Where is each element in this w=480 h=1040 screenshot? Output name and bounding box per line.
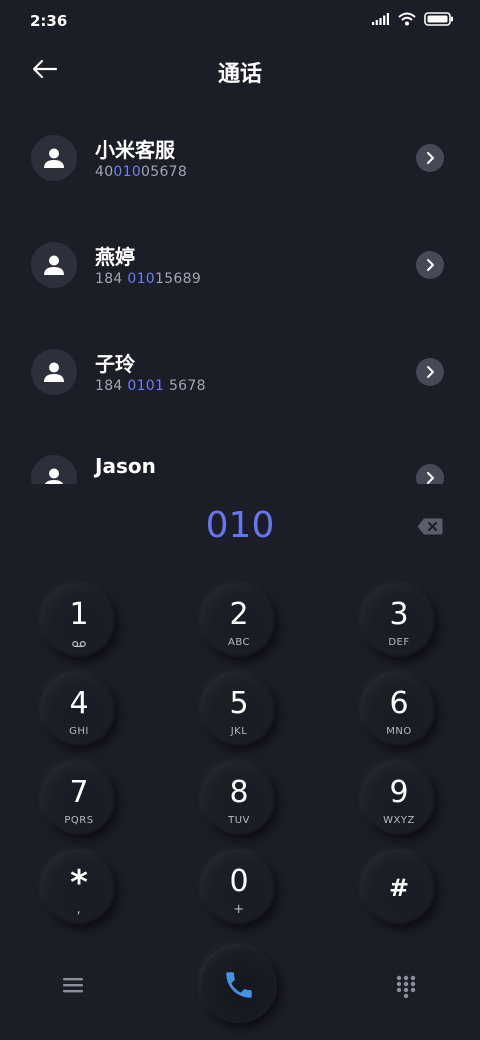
key-letters: GHI: [69, 726, 89, 737]
person-icon: [44, 148, 64, 168]
key-letters: JKL: [230, 726, 248, 737]
battery-icon: [424, 12, 453, 26]
contact-results-list[interactable]: 小米客服 4001005678 燕婷 184 01015689 子玲 184 0…: [0, 106, 480, 484]
keypad: 1 2 ABC 3 DEF 4 GHI 5 JKL 6 MNO 7 PQRS 8…: [0, 583, 480, 928]
key-digit: 1: [69, 597, 89, 632]
phone-icon: [226, 972, 252, 998]
contact-row[interactable]: 子玲 184 0101 5678: [0, 320, 480, 400]
key-letters: DEF: [388, 637, 410, 648]
person-icon: [44, 468, 64, 484]
contact-number: 4001005678: [95, 164, 188, 180]
key-letters: PQRS: [64, 815, 94, 826]
status-time: 2:36: [30, 12, 68, 30]
key-letters: ,: [76, 902, 82, 917]
key-6[interactable]: 6 MNO: [363, 674, 435, 746]
key-star[interactable]: * ,: [43, 852, 115, 924]
contact-detail-button[interactable]: [416, 358, 444, 386]
bottom-bar: [0, 945, 480, 1025]
contact-number: 184 0101 5678: [95, 378, 206, 394]
contact-name: 燕婷: [95, 245, 135, 269]
key-digit: 6: [389, 686, 409, 721]
key-hash[interactable]: #: [363, 852, 435, 924]
person-icon: [44, 255, 64, 275]
avatar: [31, 242, 77, 288]
key-digit: 4: [69, 686, 89, 721]
key-2[interactable]: 2 ABC: [203, 585, 275, 657]
key-8[interactable]: 8 TUV: [203, 763, 275, 835]
key-5[interactable]: 5 JKL: [203, 674, 275, 746]
contact-name: 子玲: [95, 352, 135, 376]
key-9[interactable]: 9 WXYZ: [363, 763, 435, 835]
key-digit: 2: [229, 597, 249, 632]
key-letters: TUV: [228, 815, 250, 826]
key-digit: #: [388, 874, 410, 902]
call-button[interactable]: [201, 947, 277, 1023]
page-title: 通话: [217, 62, 262, 87]
key-digit: *: [70, 863, 88, 903]
contact-detail-button[interactable]: [416, 464, 444, 484]
chevron-right-icon: [427, 259, 434, 271]
status-icons: [372, 12, 454, 26]
menu-button[interactable]: [62, 975, 84, 995]
contact-number: 184 01015689: [95, 271, 202, 287]
backspace-button[interactable]: [417, 518, 443, 535]
avatar: [31, 455, 77, 484]
key-digit: 0: [229, 864, 249, 899]
voicemail-icon: [72, 640, 86, 648]
key-1[interactable]: 1: [43, 585, 115, 657]
contact-row[interactable]: 小米客服 4001005678: [0, 106, 480, 186]
contact-detail-button[interactable]: [416, 144, 444, 172]
menu-icon: [63, 978, 83, 993]
key-letters: MNO: [386, 726, 412, 737]
app-header: 通话: [0, 48, 480, 92]
key-letters: WXYZ: [383, 815, 415, 826]
avatar: [31, 135, 77, 181]
contact-name: Jason: [95, 454, 156, 478]
signal-icon: [372, 13, 389, 25]
key-0[interactable]: 0 +: [203, 852, 275, 924]
key-digit: 5: [229, 686, 249, 721]
chevron-right-icon: [427, 152, 434, 164]
contact-detail-button[interactable]: [416, 251, 444, 279]
key-digit: 8: [229, 775, 249, 810]
key-4[interactable]: 4 GHI: [43, 674, 115, 746]
key-digit: 3: [389, 597, 409, 632]
wifi-icon: [398, 12, 416, 26]
key-letters: +: [233, 902, 245, 917]
key-digit: 9: [389, 775, 409, 810]
avatar: [31, 349, 77, 395]
contact-row[interactable]: Jason: [0, 426, 480, 484]
dialpad-icon: [396, 975, 416, 999]
backspace-icon: [417, 518, 443, 535]
dialpad-toggle-button[interactable]: [396, 975, 416, 999]
contact-name: 小米客服: [95, 138, 175, 162]
chevron-right-icon: [427, 472, 434, 484]
dialed-number: 010: [205, 505, 275, 546]
key-digit: 7: [69, 775, 89, 810]
key-3[interactable]: 3 DEF: [363, 585, 435, 657]
chevron-right-icon: [427, 366, 434, 378]
person-icon: [44, 362, 64, 382]
key-letters: ABC: [227, 637, 250, 648]
key-7[interactable]: 7 PQRS: [43, 763, 115, 835]
contact-row[interactable]: 燕婷 184 01015689: [0, 213, 480, 293]
status-bar: 2:36: [0, 0, 480, 42]
